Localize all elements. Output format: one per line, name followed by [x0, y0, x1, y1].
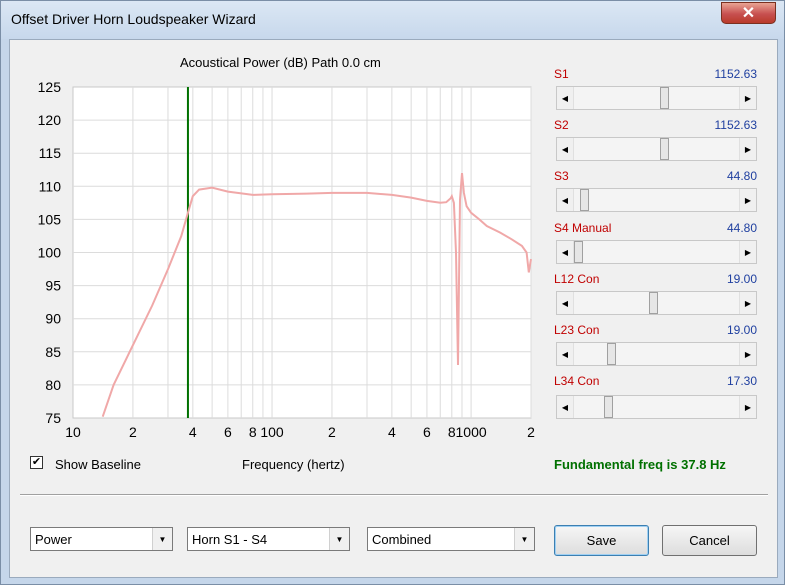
slider-s1[interactable]: ◀ ▶ — [556, 86, 757, 110]
x-tick-label: 4 — [388, 424, 396, 440]
title-bar[interactable]: Offset Driver Horn Loudspeaker Wizard ✕ — [1, 1, 784, 39]
save-button-label: Save — [586, 533, 617, 548]
slider-value-l12: 19.00 — [726, 272, 757, 286]
checkmark-icon: ✔ — [31, 456, 42, 468]
slider-value-s3: 44.80 — [726, 169, 757, 183]
y-tick-label: 100 — [38, 245, 62, 261]
y-tick-label: 125 — [38, 79, 62, 95]
chevron-down-icon[interactable]: ▼ — [152, 528, 172, 550]
arrow-right-icon[interactable]: ▶ — [739, 396, 756, 418]
slider-label-s3: S3 — [554, 169, 569, 183]
x-tick-label: 6 — [423, 424, 431, 440]
x-tick-label: 2 — [129, 424, 137, 440]
arrow-right-icon[interactable]: ▶ — [739, 138, 756, 160]
slider-value-l34: 17.30 — [726, 374, 757, 388]
arrow-right-icon[interactable]: ▶ — [739, 241, 756, 263]
mode-select[interactable]: Power ▼ — [30, 527, 173, 551]
slider-s3[interactable]: ◀ ▶ — [556, 188, 757, 212]
slider-l12[interactable]: ◀ ▶ — [556, 291, 757, 315]
output-select-value: Combined — [372, 532, 432, 547]
chevron-down-icon[interactable]: ▼ — [514, 528, 534, 550]
slider-value-s2: 1152.63 — [714, 118, 758, 132]
y-tick-label: 85 — [45, 344, 61, 360]
arrow-left-icon[interactable]: ◀ — [557, 241, 574, 263]
slider-thumb[interactable] — [607, 343, 616, 365]
arrow-left-icon[interactable]: ◀ — [557, 189, 574, 211]
y-tick-label: 80 — [45, 377, 61, 393]
arrow-left-icon[interactable]: ◀ — [557, 87, 574, 109]
wizard-window: Offset Driver Horn Loudspeaker Wizard ✕ … — [0, 0, 785, 585]
horn-select-value: Horn S1 - S4 — [192, 532, 268, 547]
slider-track[interactable] — [574, 87, 739, 109]
output-select[interactable]: Combined ▼ — [367, 527, 535, 551]
slider-value-l23: 19.00 — [726, 323, 757, 337]
slider-s2[interactable]: ◀ ▶ — [556, 137, 757, 161]
close-button[interactable]: ✕ — [721, 2, 776, 24]
x-tick-label: 2 — [527, 424, 535, 440]
slider-track[interactable] — [574, 138, 739, 160]
slider-thumb[interactable] — [574, 241, 583, 263]
save-button[interactable]: Save — [554, 525, 649, 556]
slider-s4[interactable]: ◀ ▶ — [556, 240, 757, 264]
slider-thumb[interactable] — [580, 189, 589, 211]
x-tick-label: 6 — [224, 424, 232, 440]
cancel-button-label: Cancel — [689, 533, 730, 548]
arrow-left-icon[interactable]: ◀ — [557, 396, 574, 418]
client-area: Acoustical Power (dB) Path 0.0 cm 125 120… — [9, 39, 778, 578]
slider-thumb[interactable] — [649, 292, 658, 314]
frequency-axis-label: Frequency (hertz) — [242, 457, 345, 472]
y-tick-label: 115 — [39, 145, 62, 161]
show-baseline-checkbox[interactable]: ✔ — [30, 456, 43, 469]
fundamental-freq-text: Fundamental freq is 37.8 Hz — [554, 457, 726, 472]
slider-label-s2: S2 — [554, 118, 569, 132]
close-icon: ✕ — [741, 5, 756, 22]
slider-track[interactable] — [574, 241, 739, 263]
slider-value-s1: 1152.63 — [714, 67, 758, 81]
show-baseline-label[interactable]: Show Baseline — [55, 457, 141, 472]
power-chart: 125120115110105100959085807510 2 4 6 8 100 2 4 6… — [38, 79, 535, 440]
x-tick-label: 8 — [249, 424, 257, 440]
slider-l23[interactable]: ◀ ▶ — [556, 342, 757, 366]
x-tick-label: 100 — [260, 424, 284, 440]
y-tick-label: 110 — [39, 178, 62, 194]
separator — [20, 494, 768, 496]
slider-l34[interactable]: ◀ ▶ — [556, 395, 757, 419]
y-tick-label: 120 — [38, 112, 62, 128]
chevron-down-icon[interactable]: ▼ — [329, 528, 349, 550]
arrow-left-icon[interactable]: ◀ — [557, 292, 574, 314]
mode-select-value: Power — [35, 532, 72, 547]
arrow-right-icon[interactable]: ▶ — [739, 343, 756, 365]
arrow-right-icon[interactable]: ▶ — [739, 87, 756, 109]
slider-thumb[interactable] — [604, 396, 613, 418]
slider-track[interactable] — [574, 396, 739, 418]
arrow-right-icon[interactable]: ▶ — [739, 292, 756, 314]
slider-thumb[interactable] — [660, 87, 669, 109]
slider-label-l23: L23 Con — [554, 323, 600, 337]
cancel-button[interactable]: Cancel — [662, 525, 757, 556]
arrow-right-icon[interactable]: ▶ — [739, 189, 756, 211]
x-tick-label: 10 — [65, 424, 81, 440]
slider-label-l34: L34 Con — [554, 374, 600, 388]
slider-track[interactable] — [574, 292, 739, 314]
x-tick-label: 1000 — [456, 424, 487, 440]
arrow-left-icon[interactable]: ◀ — [557, 343, 574, 365]
window-title: Offset Driver Horn Loudspeaker Wizard — [11, 11, 256, 27]
slider-track[interactable] — [574, 343, 739, 365]
x-tick-label: 2 — [328, 424, 336, 440]
slider-track[interactable] — [574, 189, 739, 211]
slider-label-s4: S4 Manual — [554, 221, 612, 235]
slider-thumb[interactable] — [660, 138, 669, 160]
y-tick-label: 105 — [38, 211, 62, 227]
slider-value-s4: 44.80 — [726, 221, 757, 235]
horn-select[interactable]: Horn S1 - S4 ▼ — [187, 527, 350, 551]
y-tick-label: 95 — [45, 278, 61, 294]
y-tick-label: 75 — [45, 410, 61, 426]
slider-label-s1: S1 — [554, 67, 569, 81]
x-tick-label: 4 — [189, 424, 197, 440]
arrow-left-icon[interactable]: ◀ — [557, 138, 574, 160]
slider-label-l12: L12 Con — [554, 272, 600, 286]
y-tick-label: 90 — [45, 311, 61, 327]
